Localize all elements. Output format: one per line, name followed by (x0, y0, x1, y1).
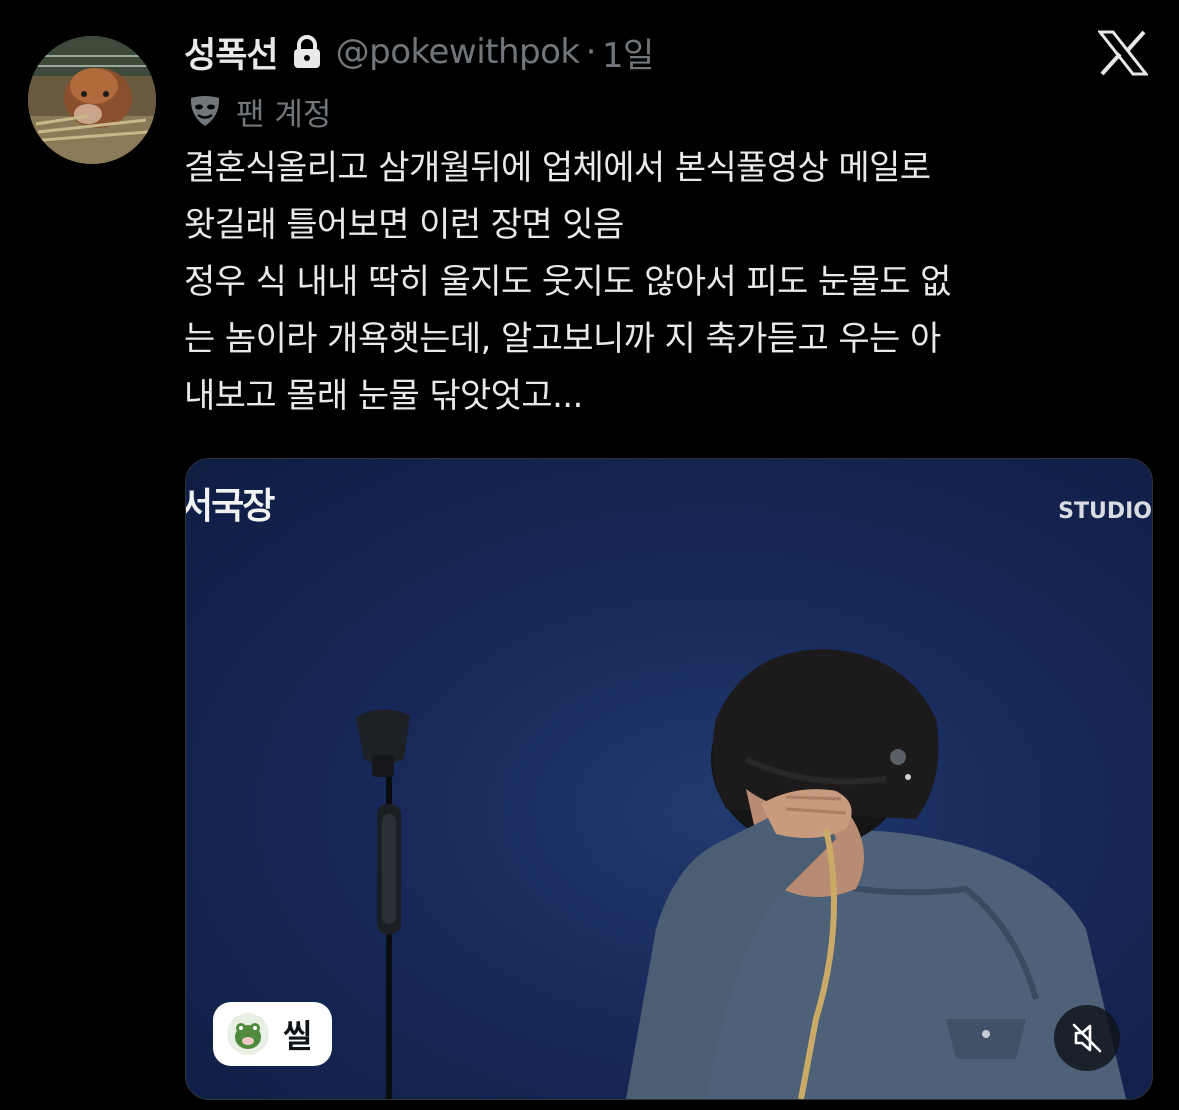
channel-chip-label: 씰 (283, 1017, 313, 1055)
tweet-header: 성폭선 @pokewithpok · 1일 (184, 26, 654, 78)
tweet-card[interactable]: 성폭선 @pokewithpok · 1일 팬 계정 결혼식올리고 삼개월뒤에 … (0, 0, 1179, 1110)
video-frame-image (356, 649, 1126, 1099)
author-handle[interactable]: @pokewithpok (336, 32, 581, 72)
tweet-text-line: 는 놈이라 개욕햇는데, 알고보니까 지 축가듣고 우는 아 (184, 319, 941, 359)
video-player[interactable]: 서국장 STUDIO 씰 (185, 458, 1153, 1100)
lock-icon (293, 35, 320, 68)
tweet-text-line: 내보고 몰래 눈물 닦앗엇고... (184, 376, 583, 416)
tweet-text-line: 결혼식올리고 삼개월뒤에 업체에서 본식풀영상 메일로 (184, 148, 931, 188)
tweet-timestamp[interactable]: 1일 (602, 28, 654, 77)
author-avatar[interactable] (28, 36, 156, 164)
tweet-text-line: 정우 식 내내 딱히 울지도 웃지도 않아서 피도 눈물도 없 (184, 262, 951, 302)
calf-photo-avatar-icon (28, 36, 156, 164)
badge-label: 팬 계정 (236, 96, 332, 133)
mask-icon (190, 96, 220, 126)
channel-watermark-title: 서국장 (185, 485, 275, 527)
speaker-muted-icon (1072, 1023, 1102, 1053)
studio-watermark: STUDIO (1058, 499, 1152, 524)
tweet-text-line: 왓길래 틀어보면 이런 장면 잇음 (184, 205, 624, 245)
tweet-body: 결혼식올리고 삼개월뒤에 업체에서 본식풀영상 메일로 왓길래 틀어보면 이런 … (184, 140, 1144, 425)
header-separator: · (585, 32, 597, 72)
channel-avatar-icon (227, 1013, 269, 1055)
account-badge: 팬 계정 (188, 86, 331, 136)
x-logo-icon[interactable] (1098, 30, 1148, 76)
author-display-name[interactable]: 성폭선 (184, 27, 279, 78)
mute-toggle-button[interactable] (1054, 1005, 1120, 1071)
channel-chip[interactable]: 씰 (213, 1002, 333, 1066)
